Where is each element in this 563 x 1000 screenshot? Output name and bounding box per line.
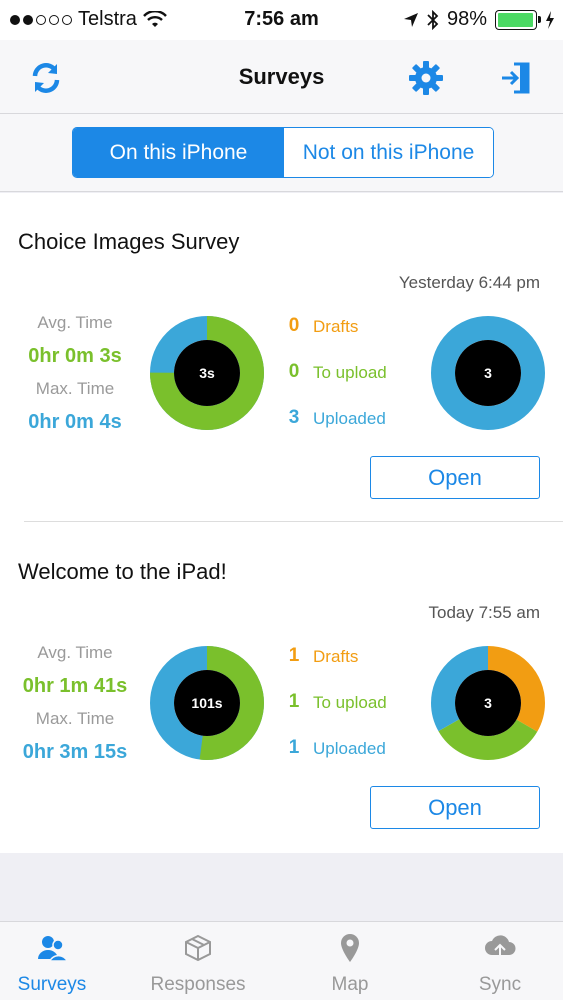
page-title: Surveys (238, 64, 325, 89)
avg-time-label: Avg. Time (37, 643, 113, 662)
survey-list: Choice Images Survey Yesterday 6:44 pm A… (0, 193, 563, 853)
tab-surveys[interactable]: Surveys (0, 922, 122, 1000)
time-donut-chart: 101s (150, 646, 264, 760)
max-time-value: 0hr 3m 15s (22, 741, 128, 763)
drafts-label: Drafts (313, 317, 359, 336)
tab-label: Responses (150, 974, 246, 995)
tab-sync[interactable]: Sync (430, 922, 563, 1000)
gear-icon (409, 61, 443, 95)
to-upload-count: 1 (288, 691, 300, 712)
count-center-label: 3 (484, 365, 492, 381)
cloud-sync-icon (480, 930, 520, 966)
to-upload-count: 0 (288, 361, 300, 382)
uploaded-count: 1 (288, 737, 300, 758)
tab-map[interactable]: Map (280, 922, 420, 1000)
bluetooth-icon (427, 9, 439, 30)
survey-title: Choice Images Survey (18, 229, 240, 254)
card-divider (24, 521, 563, 522)
charging-bolt-icon (546, 10, 554, 29)
settings-button[interactable] (406, 58, 446, 98)
drafts-count: 1 (288, 645, 300, 666)
open-survey-button[interactable]: Open (370, 456, 540, 499)
status-donut-chart: 3 (431, 316, 545, 430)
time-center-label: 3s (199, 365, 215, 381)
segment-bar: On this iPhone Not on this iPhone (0, 114, 563, 192)
uploaded-count: 3 (288, 407, 300, 428)
time-donut-chart: 3s (150, 316, 264, 430)
status-donut-chart: 3 (431, 646, 545, 760)
open-survey-button[interactable]: Open (370, 786, 540, 829)
navigation-bar: Surveys (0, 40, 563, 114)
survey-title: Welcome to the iPad! (18, 559, 227, 584)
survey-card: Welcome to the iPad! Today 7:55 am Avg. … (0, 523, 563, 853)
map-pin-icon (330, 930, 370, 966)
to-upload-label: To upload (313, 363, 387, 382)
max-time-label: Max. Time (35, 379, 115, 398)
to-upload-label: To upload (313, 693, 387, 712)
survey-card: Choice Images Survey Yesterday 6:44 pm A… (0, 193, 563, 523)
tab-responses[interactable]: Responses (128, 922, 268, 1000)
avg-time-value: 0hr 1m 41s (22, 675, 128, 697)
battery-icon (495, 9, 541, 30)
logout-icon (502, 62, 530, 94)
count-center-label: 3 (484, 695, 492, 711)
segment-on-this-iphone[interactable]: On this iPhone (73, 128, 284, 177)
battery-percent: 98% (446, 8, 487, 30)
tab-bar: Surveys Responses Map Sync (0, 921, 563, 1000)
uploaded-label: Uploaded (313, 409, 386, 428)
tab-label: Surveys (17, 974, 87, 995)
box-icon (178, 930, 218, 966)
max-time-label: Max. Time (35, 709, 115, 728)
tab-label: Sync (478, 974, 522, 995)
avg-time-value: 0hr 0m 3s (28, 345, 122, 367)
max-time-value: 0hr 0m 4s (28, 411, 122, 433)
location-segmented-control: On this iPhone Not on this iPhone (72, 127, 494, 178)
tab-label: Map (331, 974, 369, 995)
survey-date: Today 7:55 am (428, 603, 540, 622)
logout-button[interactable] (496, 58, 536, 98)
status-bar: Telstra 7:56 am 98% (0, 0, 563, 40)
segment-not-on-this-iphone[interactable]: Not on this iPhone (284, 128, 493, 177)
uploaded-label: Uploaded (313, 739, 386, 758)
avg-time-label: Avg. Time (37, 313, 113, 332)
location-arrow-icon (403, 12, 418, 27)
survey-date: Yesterday 6:44 pm (398, 273, 540, 292)
drafts-count: 0 (288, 315, 300, 336)
time-center-label: 101s (191, 695, 222, 711)
people-icon (32, 930, 72, 966)
status-right: 98% (403, 8, 555, 31)
drafts-label: Drafts (313, 647, 359, 666)
